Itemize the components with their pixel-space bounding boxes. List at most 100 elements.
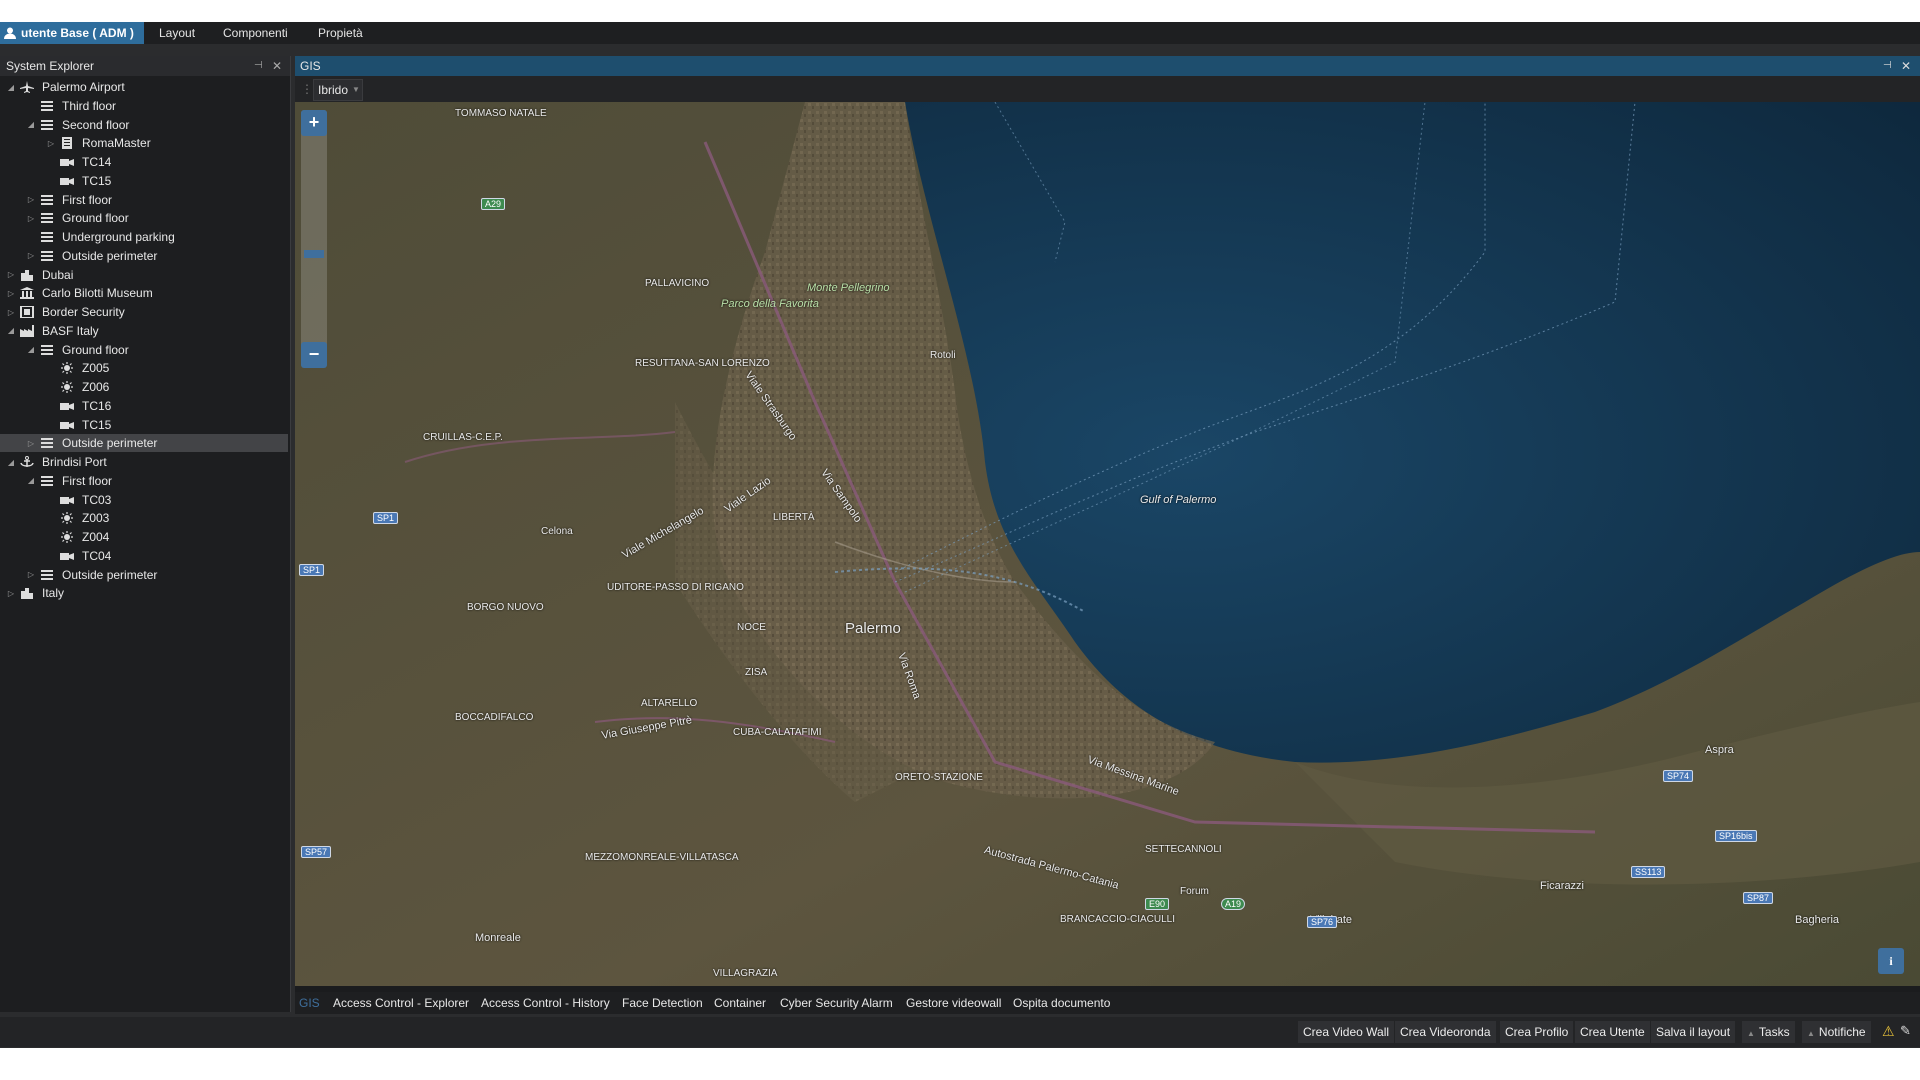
map-label-district: SETTECANNOLI (1145, 844, 1222, 855)
collapsed-arrow-icon[interactable]: ▷ (6, 589, 16, 598)
collapsed-arrow-icon[interactable]: ▷ (26, 570, 36, 579)
map-label-district: BORGO NUOVO (467, 602, 544, 613)
tree-item[interactable]: ▷ Outside perimeter (0, 434, 288, 453)
tree-item[interactable]: TC14 (0, 153, 288, 171)
crea-utente-button[interactable]: Crea Utente (1575, 1021, 1650, 1043)
floor-icon (40, 100, 54, 112)
camera-icon (60, 156, 74, 168)
floor-icon (40, 194, 54, 206)
map-type-select[interactable]: Ibrido ▼ (313, 79, 363, 101)
expanded-arrow-icon[interactable]: ◢ (6, 458, 16, 467)
collapsed-arrow-icon[interactable]: ▷ (6, 270, 16, 279)
zoom-slider-thumb[interactable] (304, 250, 324, 258)
tree-item[interactable]: TC15 (0, 172, 288, 190)
collapsed-arrow-icon[interactable]: ▷ (26, 251, 36, 260)
tree-item[interactable]: ◢ Palermo Airport (0, 78, 288, 96)
tab-face-detection[interactable]: Face Detection (622, 992, 703, 1014)
crea-profilo-button[interactable]: Crea Profilo (1500, 1021, 1574, 1043)
tree-item[interactable]: ◢ Brindisi Port (0, 453, 288, 471)
city-icon (20, 587, 34, 600)
info-icon[interactable]: i (1878, 948, 1904, 974)
close-icon[interactable]: ✕ (1901, 56, 1911, 76)
tasks-label: Tasks (1758, 1025, 1790, 1039)
tree-item[interactable]: Z005 (0, 359, 288, 377)
tree-item[interactable]: Third floor (0, 97, 288, 115)
road-sign: SP57 (301, 846, 332, 858)
zoom-slider[interactable]: + − (301, 110, 327, 368)
tab-cyber-security-alarm[interactable]: Cyber Security Alarm (780, 992, 893, 1014)
tree-item[interactable]: ▷ Dubai (0, 266, 288, 284)
expanded-arrow-icon[interactable]: ◢ (6, 83, 16, 92)
tree-item[interactable]: ▷ Italy (0, 584, 288, 602)
tree-item[interactable]: Z006 (0, 378, 288, 396)
tree-item[interactable]: ▷ Carlo Bilotti Museum (0, 284, 288, 302)
user-icon (4, 27, 16, 39)
tree-item[interactable]: TC15 (0, 416, 288, 434)
tab-access-control-explorer[interactable]: Access Control - Explorer (333, 992, 469, 1014)
menu-componenti[interactable]: Componenti (223, 22, 288, 44)
crea-video-wall-button[interactable]: Crea Video Wall (1298, 1021, 1395, 1043)
tasks-button[interactable]: ▲ Tasks (1742, 1021, 1795, 1043)
tree-item[interactable]: ◢ BASF Italy (0, 322, 288, 340)
tree-item[interactable]: ▷ Border Security (0, 303, 288, 321)
satellite-map[interactable]: + − Palermo Gulf of Palermo Parco della … (295, 102, 1920, 986)
tree-item[interactable]: ◢ First floor (0, 472, 288, 490)
collapsed-arrow-icon[interactable]: ▷ (26, 439, 36, 448)
expanded-arrow-icon[interactable]: ◢ (6, 326, 16, 335)
pin-icon[interactable]: ⊣ (254, 56, 263, 76)
notifiche-button[interactable]: ▲ Notifiche (1802, 1021, 1871, 1043)
tree-item-label: Carlo Bilotti Museum (42, 286, 153, 301)
tree-item[interactable]: TC04 (0, 547, 288, 565)
salva-layout-button[interactable]: Salva il layout (1651, 1021, 1736, 1043)
tab-container[interactable]: Container (714, 992, 766, 1014)
menu-proprieta[interactable]: Propietà (318, 22, 363, 44)
menu-layout[interactable]: Layout (159, 22, 195, 44)
floor-icon (40, 569, 54, 581)
tree-item[interactable]: ◢ Ground floor (0, 341, 288, 359)
road-sign: SP16bis (1715, 830, 1757, 842)
collapsed-arrow-icon[interactable]: ▷ (46, 139, 56, 148)
collapsed-arrow-icon[interactable]: ▷ (26, 195, 36, 204)
map-type-value: Ibrido (318, 83, 349, 97)
tree-item[interactable]: ▷ RomaMaster (0, 134, 288, 152)
zoom-out-button[interactable]: − (301, 342, 327, 368)
collapsed-arrow-icon[interactable]: ▷ (26, 214, 36, 223)
tree-item[interactable]: TC03 (0, 491, 288, 509)
crea-videoronda-button[interactable]: Crea Videoronda (1395, 1021, 1496, 1043)
warning-icon[interactable]: ⚠ (1882, 1023, 1895, 1040)
tree-item-label: Outside perimeter (62, 436, 158, 451)
tab-access-control-history[interactable]: Access Control - History (481, 992, 610, 1014)
road-sign: SP1 (299, 564, 325, 576)
pencil-icon[interactable]: ✎ (1900, 1023, 1911, 1039)
floor-icon (40, 344, 54, 356)
tree-item[interactable]: ▷ First floor (0, 191, 288, 209)
tree-item[interactable]: TC16 (0, 397, 288, 415)
map-label-district: UDITORE-PASSO DI RIGANO (607, 582, 744, 593)
map-label-city: Palermo (845, 620, 901, 637)
tree-item[interactable]: ▷ Outside perimeter (0, 566, 288, 584)
expanded-arrow-icon[interactable]: ◢ (26, 120, 36, 129)
road-sign: A19 (1221, 898, 1246, 910)
tree-item[interactable]: ▷ Ground floor (0, 209, 288, 227)
floor-icon (40, 250, 54, 262)
user-menu[interactable]: utente Base ( ADM ) (0, 22, 144, 44)
collapsed-arrow-icon[interactable]: ▷ (6, 308, 16, 317)
tree-item[interactable]: Underground parking (0, 228, 288, 246)
zoom-in-button[interactable]: + (301, 110, 327, 136)
tab-gis[interactable]: GIS (299, 992, 320, 1014)
map-label-town: Celona (541, 526, 573, 537)
expanded-arrow-icon[interactable]: ◢ (26, 345, 36, 354)
pin-icon[interactable]: ⊣ (1883, 56, 1892, 76)
tree-item[interactable]: Z003 (0, 509, 288, 527)
collapsed-arrow-icon[interactable]: ▷ (6, 289, 16, 298)
floor-icon (40, 475, 54, 487)
tab-ospita-documento[interactable]: Ospita documento (1013, 992, 1110, 1014)
tree-item[interactable]: Z004 (0, 528, 288, 546)
status-bar: Crea Video Wall Crea Videoronda Crea Pro… (0, 1017, 1920, 1047)
tree-item[interactable]: ▷ Outside perimeter (0, 247, 288, 265)
tree-item[interactable]: ◢ Second floor (0, 116, 288, 134)
map-label-town: Bagheria (1795, 914, 1840, 926)
close-icon[interactable]: ✕ (272, 56, 282, 76)
tab-gestore-videowall[interactable]: Gestore videowall (906, 992, 1001, 1014)
expanded-arrow-icon[interactable]: ◢ (26, 476, 36, 485)
